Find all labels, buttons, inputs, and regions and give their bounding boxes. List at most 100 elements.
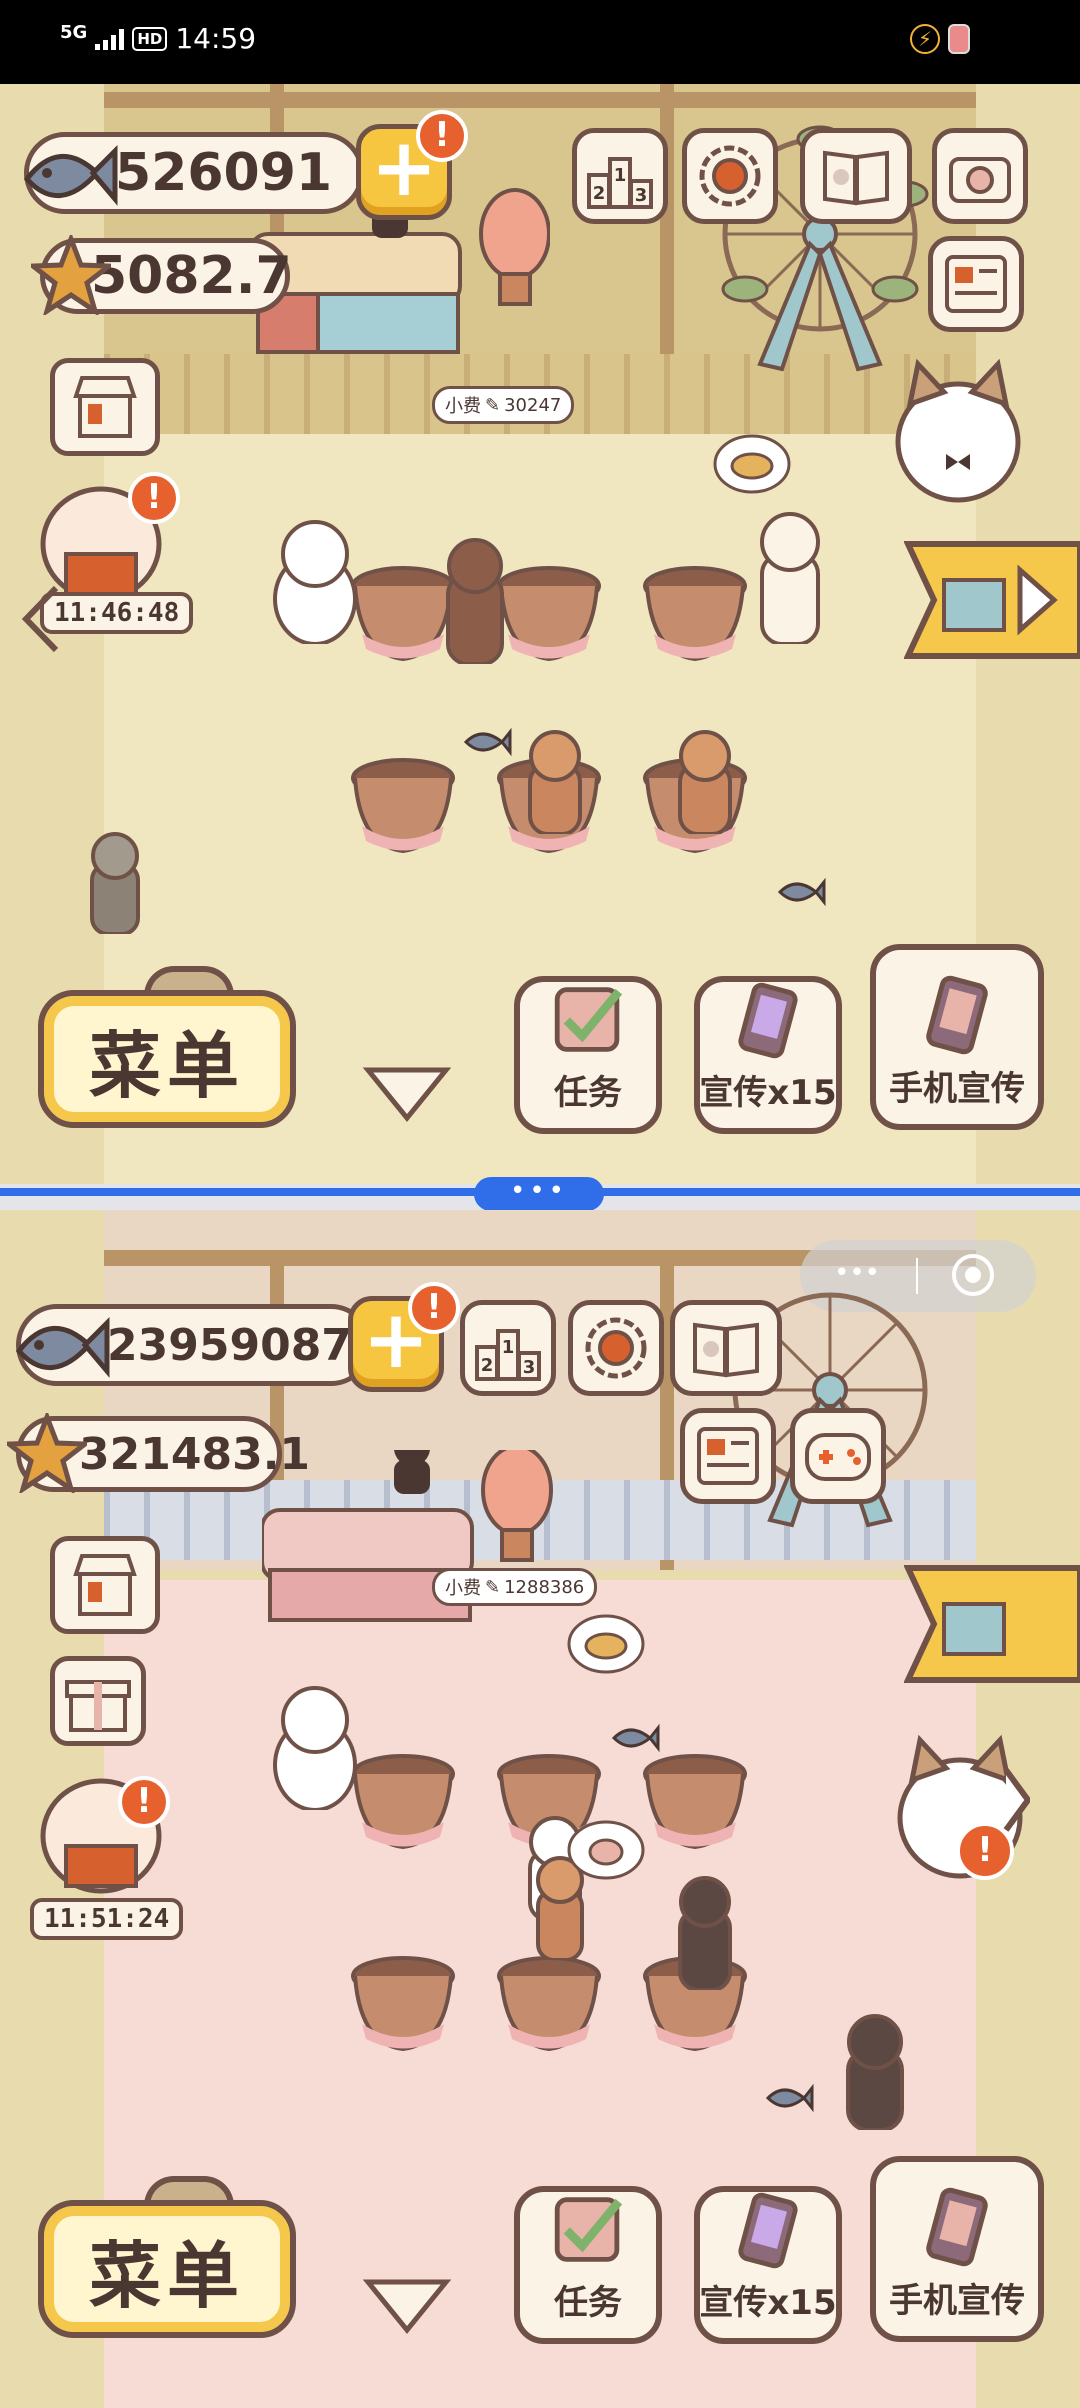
book-icon <box>823 150 889 206</box>
phone-promo-label: 手机宣传 <box>889 2281 1025 2321</box>
food-order-bubble <box>567 1820 645 1880</box>
gift-icon <box>65 1680 131 1732</box>
cafe-table[interactable] <box>350 1752 456 1852</box>
cafe-table[interactable] <box>496 564 602 664</box>
rank-1-label: 1 <box>502 1337 515 1358</box>
fish-drop-icon[interactable] <box>776 874 826 910</box>
status-right: ⚡ <box>910 24 970 54</box>
charging-icon: ⚡ <box>910 24 940 54</box>
fox-customer[interactable] <box>520 724 590 834</box>
tip-bubble[interactable]: 小费 ✎ 30247 <box>432 386 575 424</box>
ranking-button[interactable]: 213 <box>572 128 668 224</box>
menu-button-label: 菜单 <box>88 2233 245 2318</box>
camera-button[interactable] <box>932 128 1028 224</box>
newspaper-button[interactable] <box>928 236 1024 332</box>
task-button[interactable]: 任务 <box>514 976 662 1134</box>
cat-waiter[interactable] <box>750 504 830 644</box>
next-area-button[interactable] <box>904 1564 1080 1684</box>
tip-amount: 30247 <box>504 394 562 416</box>
star-icon <box>7 1413 87 1493</box>
phone-ad-icon <box>738 982 798 1059</box>
ceiling-beam <box>104 92 976 108</box>
game-window-bottom: ••• 小费 ✎ 1288386 2395908762 + ! 321483.1… <box>0 1210 1080 2408</box>
gift-timer: 11:46:48 <box>40 592 194 634</box>
game-center-button[interactable] <box>790 1408 886 1504</box>
mouse-customer[interactable] <box>80 824 150 934</box>
settings-button[interactable] <box>682 128 778 224</box>
collapse-arrow[interactable] <box>362 1064 452 1124</box>
checklist-icon <box>554 2197 623 2262</box>
fish-currency: 526091 <box>23 132 364 214</box>
alert-badge: ! <box>408 1282 460 1334</box>
task-button-label: 任务 <box>554 1073 622 1113</box>
alert-badge: ! <box>128 472 180 524</box>
newspaper-button[interactable] <box>680 1408 776 1504</box>
gear-icon <box>585 1317 647 1379</box>
cafe-table[interactable] <box>350 756 456 856</box>
split-screen-handle[interactable]: ••• <box>474 1177 604 1211</box>
food-order-bubble <box>713 434 791 494</box>
phone-ad-icon <box>926 975 988 1055</box>
promo-x15-button[interactable]: 宣传x15 <box>694 976 842 1134</box>
hd-badge: HD <box>132 26 168 51</box>
fish-count: 526091 <box>115 143 333 203</box>
phone-promo-button[interactable]: 手机宣传 <box>870 944 1044 1130</box>
cafe-table[interactable] <box>642 564 748 664</box>
podium-icon: 213 <box>587 157 653 209</box>
phone-promo-button[interactable]: 手机宣传 <box>870 2156 1044 2342</box>
camera-icon <box>949 157 1011 203</box>
collapse-arrow[interactable] <box>362 2276 452 2336</box>
star-count: 321483.1 <box>79 1428 311 1480</box>
cat-customer[interactable] <box>270 514 360 644</box>
cafe-table[interactable] <box>350 1954 456 2054</box>
cafe-table[interactable] <box>496 1954 602 2054</box>
status-bar: 5G HD 14:59 ⚡ <box>0 0 1080 84</box>
menu-button-label: 菜单 <box>88 1023 245 1108</box>
ranking-button[interactable]: 213 <box>460 1300 556 1396</box>
settings-button[interactable] <box>568 1300 664 1396</box>
task-button-label: 任务 <box>554 2283 622 2323</box>
tip-bubble[interactable]: 小费 ✎ 1288386 <box>432 1568 598 1606</box>
menu-button[interactable]: 菜单 <box>38 2200 296 2338</box>
task-button[interactable]: 任务 <box>514 2186 662 2344</box>
fish-drop-icon[interactable] <box>610 1720 660 1756</box>
star-icon <box>31 235 111 315</box>
guidebook-button[interactable] <box>670 1300 782 1396</box>
tip-label: 小费 <box>445 396 481 417</box>
gift-timer: 11:51:24 <box>30 1898 184 1940</box>
fish-drop-icon[interactable] <box>462 724 512 760</box>
signal-icon <box>95 28 125 50</box>
alert-badge: ! <box>956 1822 1014 1880</box>
menu-button[interactable]: 菜单 <box>38 990 296 1128</box>
cafe-table[interactable] <box>642 1752 748 1852</box>
checklist-icon <box>554 987 623 1052</box>
scroll-left-arrow[interactable] <box>20 584 60 654</box>
rank-3-label: 3 <box>635 185 648 206</box>
dog-customer[interactable] <box>670 1870 740 1990</box>
fish-drop-icon[interactable] <box>764 2080 814 2116</box>
next-area-button[interactable] <box>904 540 1080 660</box>
bear-customer[interactable] <box>440 534 510 664</box>
shop-icon <box>73 376 137 438</box>
gift-box-button[interactable] <box>50 1656 146 1746</box>
cat-customer[interactable] <box>270 1680 360 1810</box>
clock: 14:59 <box>175 22 257 55</box>
rank-2-label: 2 <box>481 1355 494 1376</box>
fox-customer[interactable] <box>670 724 740 834</box>
shop-button[interactable] <box>50 1536 160 1634</box>
promo-x15-button[interactable]: 宣传x15 <box>694 2186 842 2344</box>
star-count: 5082.7 <box>91 246 292 306</box>
tip-label: 小费 <box>445 1578 481 1599</box>
cat-manager-avatar[interactable] <box>888 354 1028 504</box>
podium-icon: 213 <box>475 1329 541 1381</box>
shop-button[interactable] <box>50 358 160 456</box>
rank-2-label: 2 <box>593 183 606 204</box>
bear-customer[interactable] <box>840 2010 910 2130</box>
alert-badge: ! <box>118 1776 170 1828</box>
shop-icon <box>73 1554 137 1616</box>
guidebook-button[interactable] <box>800 128 912 224</box>
feather-icon: ✎ <box>485 1576 501 1598</box>
book-icon <box>693 1322 759 1378</box>
rank-3-label: 3 <box>523 1357 536 1378</box>
network-type: 5G <box>60 21 88 43</box>
